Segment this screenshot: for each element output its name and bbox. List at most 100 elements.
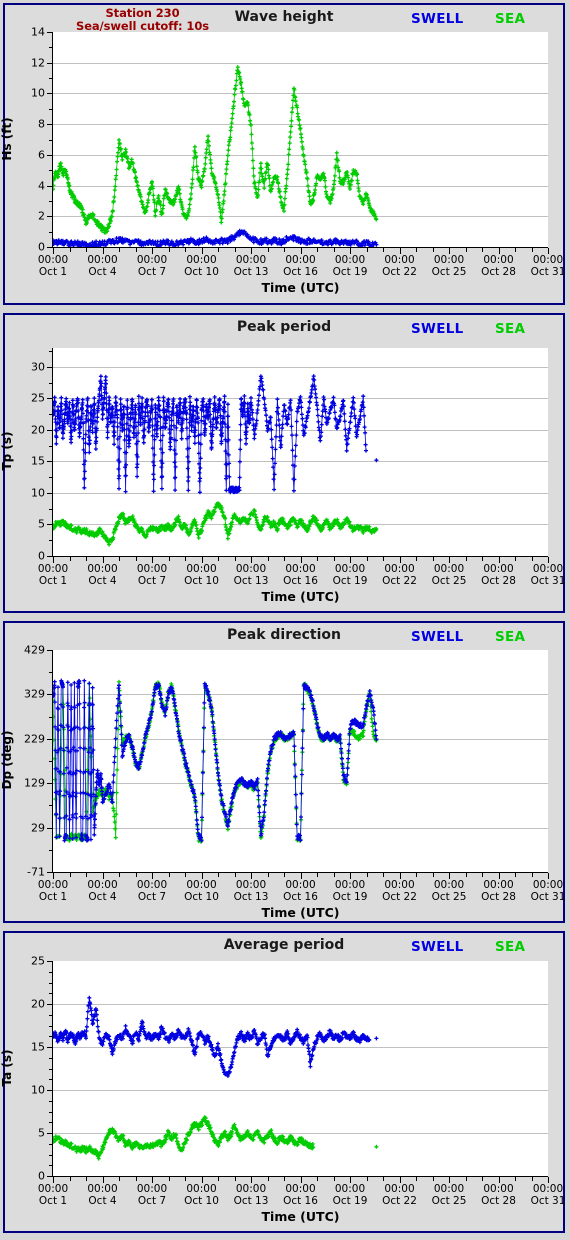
y-tick-label: 12: [31, 56, 45, 70]
x-tick-time: 00:00: [334, 879, 366, 891]
chart-panel-2: Peak period SWELL SEA 0 5 10 15 20 25 30 Tp (s) 00:…: [0, 313, 565, 613]
y-tick-label: 2: [38, 209, 45, 223]
y-tick-minor: [49, 1026, 53, 1027]
x-tick-minor: [235, 557, 236, 561]
x-tick-date: Oct 22: [382, 890, 417, 903]
x-tick-minor: [70, 557, 71, 561]
x-tick-minor: [70, 873, 71, 877]
y-tick-major: [47, 493, 53, 494]
x-tick-minor: [367, 1177, 368, 1181]
x-tick-date: Oct 10: [184, 1194, 219, 1207]
y-tick-label: 5: [38, 1126, 45, 1140]
x-tick-minor: [482, 1177, 483, 1181]
x-tick-label: 00:00 Oct 4: [75, 563, 131, 587]
x-tick-label: 00:00 Oct 22: [372, 563, 428, 587]
y-tick-label: -71: [27, 865, 45, 879]
series-swell: [53, 374, 379, 495]
x-tick-date: Oct 13: [233, 574, 269, 587]
x-tick-date: Oct 4: [88, 1194, 117, 1207]
y-tick-major: [47, 430, 53, 431]
x-tick-date: Oct 16: [283, 890, 318, 903]
y-tick-minor: [49, 351, 53, 352]
x-tick-date: Oct 10: [184, 265, 219, 278]
x-tick-date: Oct 4: [88, 574, 117, 587]
y-tick-major: [47, 739, 53, 740]
x-tick-minor: [284, 1177, 285, 1181]
x-tick-minor: [119, 873, 120, 877]
y-tick-minor: [49, 1155, 53, 1156]
x-tick-time: 00:00: [37, 1183, 69, 1195]
x-tick-date: Oct 25: [431, 574, 467, 587]
x-tick-minor: [532, 1177, 533, 1181]
x-tick-time: 00:00: [384, 879, 415, 891]
x-tick-time: 00:00: [384, 563, 415, 575]
x-tick-time: 00:00: [532, 563, 564, 575]
y-tick-major: [47, 155, 53, 156]
x-tick-minor: [317, 1177, 318, 1181]
y-tick-minor: [49, 1069, 53, 1070]
legend-swell: SWELL: [411, 321, 464, 337]
x-tick-date: Oct 1: [38, 574, 68, 587]
x-tick-minor: [515, 873, 516, 877]
x-tick-minor: [86, 1177, 87, 1181]
y-tick-minor: [49, 78, 53, 79]
x-tick-label: 00:00 Oct 16: [273, 1183, 329, 1207]
x-tick-minor: [218, 248, 219, 252]
x-tick-minor: [317, 248, 318, 252]
chart-panel-3: Peak direction SWELL SEA -71 29 129 229 329 429 D…: [0, 621, 565, 923]
x-tick-minor: [466, 248, 467, 252]
y-tick-minor: [49, 672, 53, 673]
y-tick-minor: [49, 383, 53, 384]
x-tick-minor: [218, 557, 219, 561]
x-tick-date: Oct 25: [431, 1194, 467, 1207]
series-swell: [53, 678, 379, 843]
y-tick-minor: [49, 1058, 53, 1059]
x-tick-time: 00:00: [37, 563, 69, 575]
x-tick-time: 00:00: [186, 1183, 217, 1195]
x-tick-time: 00:00: [235, 563, 267, 575]
x-tick-minor: [136, 873, 137, 877]
y-tick-label: 5: [38, 517, 45, 531]
y-tick-label: 29: [31, 821, 45, 835]
x-tick-minor: [317, 873, 318, 877]
x-tick-label: 00:00 Oct 25: [421, 254, 477, 278]
x-tick-label: 00:00 Oct 28: [471, 254, 527, 278]
x-tick-minor: [136, 557, 137, 561]
plot-area-3: [53, 650, 548, 872]
series-sea: [53, 65, 379, 235]
y-tick-label: 0: [38, 1169, 45, 1183]
y-tick-minor: [49, 1144, 53, 1145]
panel-inner: Peak period SWELL SEA 0 5 10 15 20 25 30 Tp (s) 00:…: [0, 315, 565, 611]
x-tick-date: Oct 25: [431, 265, 467, 278]
y-tick-major: [47, 828, 53, 829]
x-tick-date: Oct 28: [481, 265, 516, 278]
x-tick-minor: [268, 557, 269, 561]
x-tick-minor: [383, 873, 384, 877]
x-tick-label: 00:00 Oct 22: [372, 1183, 428, 1207]
x-tick-label: 00:00 Oct 16: [273, 254, 329, 278]
x-tick-minor: [70, 248, 71, 252]
y-tick-major: [47, 216, 53, 217]
x-tick-date: Oct 4: [88, 265, 117, 278]
x-tick-minor: [334, 1177, 335, 1181]
y-tick-minor: [49, 232, 53, 233]
x-tick-date: Oct 19: [332, 890, 368, 903]
y-tick-minor: [49, 540, 53, 541]
x-tick-date: Oct 19: [332, 265, 368, 278]
plot-area-4: [53, 961, 548, 1176]
x-tick-time: 00:00: [136, 879, 168, 891]
y-tick-minor: [49, 170, 53, 171]
x-tick-minor: [185, 557, 186, 561]
x-tick-minor: [119, 248, 120, 252]
x-tick-date: Oct 1: [38, 890, 68, 903]
x-tick-label: 00:00 Oct 25: [421, 563, 477, 587]
x-tick-time: 00:00: [483, 254, 514, 266]
x-tick-minor: [235, 248, 236, 252]
x-tick-minor: [433, 1177, 434, 1181]
x-tick-minor: [383, 557, 384, 561]
series-sea: [53, 1115, 379, 1161]
x-tick-label: 00:00 Oct 16: [273, 879, 329, 903]
y-tick-major: [47, 961, 53, 962]
x-tick-date: Oct 31: [530, 265, 566, 278]
x-tick-minor: [70, 1177, 71, 1181]
